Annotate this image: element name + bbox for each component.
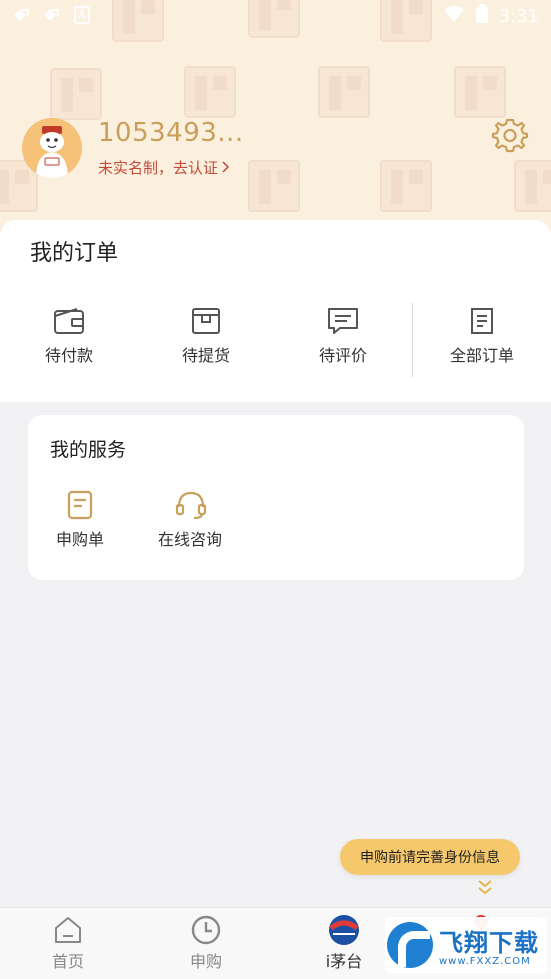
- order-label: 待提货: [181, 346, 230, 365]
- order-label: 待评价: [318, 346, 367, 365]
- wallet-icon: [52, 306, 86, 336]
- order-pending-review[interactable]: 待评价: [298, 306, 388, 366]
- moutai-logo-icon: [327, 914, 361, 946]
- service-subscription-list[interactable]: 申购单: [56, 490, 104, 550]
- headset-icon: [174, 490, 207, 520]
- service-label: 申购单: [56, 530, 105, 549]
- tab-label: 首页: [51, 952, 84, 971]
- tab-subscribe[interactable]: 申购: [171, 914, 241, 972]
- watermark-name: 飞翔下载: [439, 929, 539, 957]
- comment-icon: [326, 306, 360, 336]
- status-bar: 3:31: [0, 0, 551, 32]
- box-icon: [189, 306, 223, 336]
- status-time: 3:31: [498, 5, 539, 27]
- divider: [412, 303, 413, 377]
- tab-label: i茅台: [325, 952, 363, 971]
- order-pending-payment[interactable]: 待付款: [24, 306, 114, 366]
- watermark-logo: 飞翔下载 www.FXXZ.COM: [385, 917, 547, 973]
- background-pattern: [380, 160, 432, 212]
- background-pattern: [50, 68, 102, 120]
- background-pattern: [318, 66, 370, 118]
- orders-title: 我的订单: [30, 241, 119, 266]
- app-icon: [72, 6, 92, 24]
- document-icon: [465, 306, 499, 336]
- service-label: 在线咨询: [158, 530, 223, 549]
- note-icon: [64, 490, 96, 520]
- watermark-url: www.FXXZ.COM: [439, 956, 531, 967]
- order-pending-pickup[interactable]: 待提货: [161, 306, 251, 366]
- tab-imoutai[interactable]: i茅台: [309, 914, 379, 972]
- order-all[interactable]: 全部订单: [437, 306, 527, 366]
- notification-icon: [12, 6, 32, 24]
- background-pattern: [514, 160, 551, 212]
- verify-identity-link[interactable]: 未实名制，去认证: [98, 157, 230, 178]
- clock-icon: [189, 914, 223, 946]
- service-online-consult[interactable]: 在线咨询: [158, 490, 222, 550]
- tab-home[interactable]: 首页: [33, 914, 103, 972]
- order-label: 全部订单: [449, 346, 514, 365]
- settings-gear-icon[interactable]: [491, 116, 529, 154]
- avatar[interactable]: [22, 118, 82, 178]
- services-title: 我的服务: [50, 439, 127, 461]
- watermark-logo-icon: [387, 922, 433, 968]
- background-pattern: [248, 160, 300, 212]
- tip-text: 申购前请完善身份信息: [360, 850, 500, 866]
- background-pattern: [454, 66, 506, 118]
- background-pattern: [184, 66, 236, 118]
- chevron-right-icon: [222, 159, 230, 177]
- orders-card: 我的订单 待付款 待提货 待评价 全部订单: [0, 220, 551, 402]
- notification-icon: [42, 6, 62, 24]
- battery-icon: [475, 4, 489, 28]
- username: 1053493...: [98, 118, 244, 148]
- identity-tip-bubble[interactable]: 申购前请完善身份信息: [340, 839, 520, 875]
- double-chevron-down-icon: [476, 878, 494, 898]
- verify-text: 未实名制，去认证: [98, 159, 219, 177]
- home-icon: [51, 914, 85, 946]
- services-card: 我的服务 申购单 在线咨询: [28, 415, 524, 580]
- profile-header: 3:31 1053493... 未实名制，去认证: [0, 0, 551, 240]
- tab-label: 申购: [189, 952, 222, 971]
- wifi-icon: [443, 5, 465, 27]
- order-label: 待付款: [44, 346, 93, 365]
